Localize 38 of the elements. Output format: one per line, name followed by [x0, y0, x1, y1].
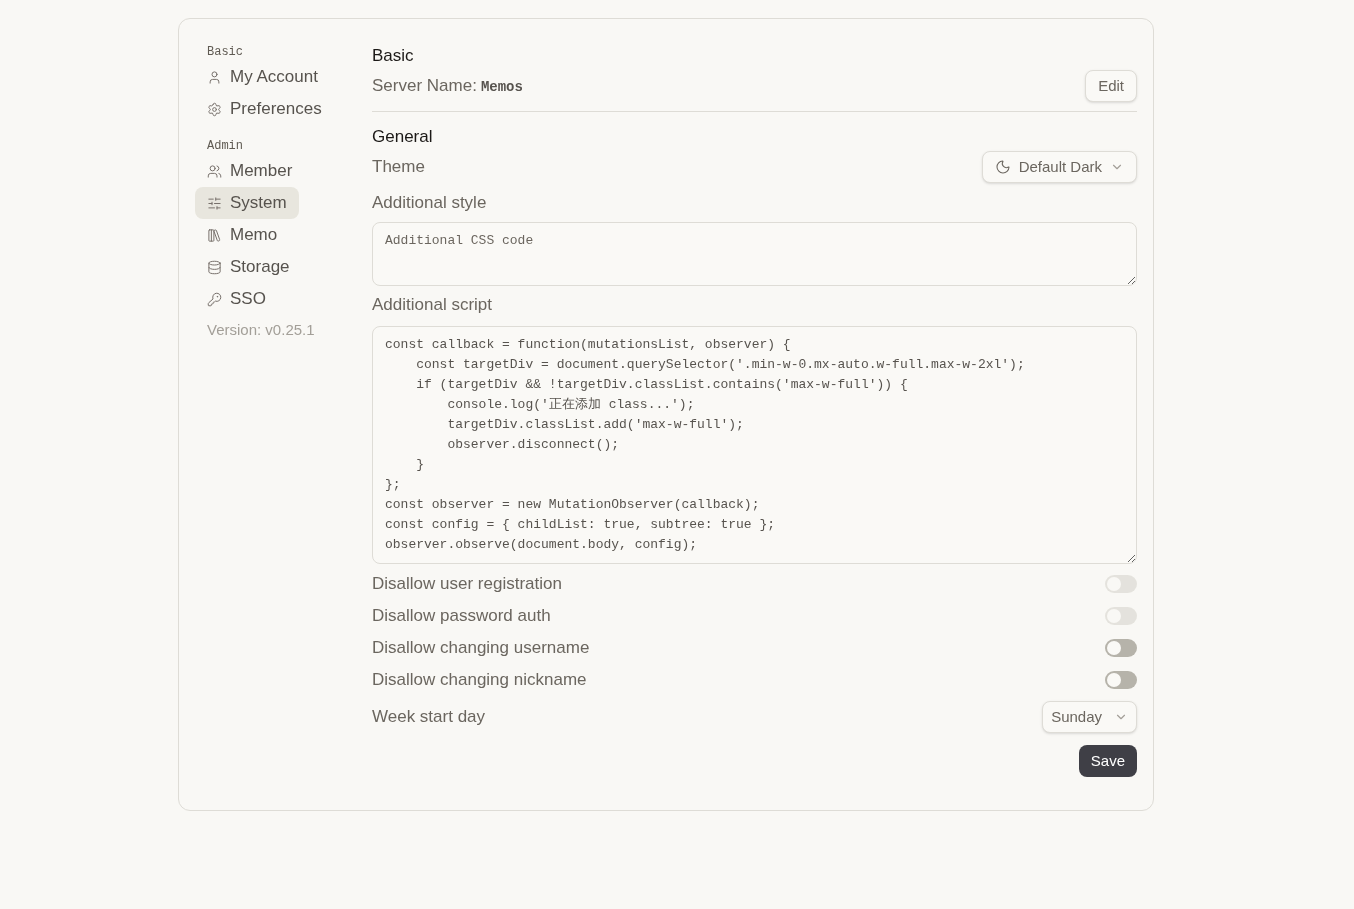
settings-icon [207, 101, 222, 117]
users-icon [207, 163, 222, 179]
setting-label: Theme [372, 156, 425, 179]
toggle-switch[interactable] [1105, 671, 1137, 689]
user-icon [207, 69, 222, 85]
sidebar-item[interactable]: Member [195, 155, 305, 187]
key-icon [207, 291, 222, 307]
section-title: Basic [372, 45, 415, 67]
week-start-select[interactable]: Sunday [1042, 701, 1137, 733]
section-heading: Admin [206, 138, 244, 153]
database-icon [207, 259, 222, 275]
toggle-switch[interactable] [1105, 639, 1137, 657]
setting-label: Week start day [372, 706, 486, 729]
server-name-label: Server Name: [372, 75, 477, 98]
setting-label: Disallow changing nickname [372, 669, 587, 692]
version-text: Version: v0.25.1 [206, 320, 316, 340]
section-heading: Basic [206, 44, 244, 59]
setting-label: Additional style [372, 192, 488, 215]
sidebar-item[interactable]: System [195, 187, 299, 219]
section-title: General [372, 126, 434, 148]
sidebar-item[interactable]: Preferences [195, 93, 334, 125]
books-icon [207, 227, 222, 243]
save-button[interactable]: Save [1078, 745, 1137, 777]
edit-button[interactable]: Edit [1085, 70, 1137, 102]
server-name-value: Memos [480, 78, 523, 98]
sidebar-item[interactable]: SSO [195, 283, 278, 315]
additional-style-field[interactable]: Additional CSS code [372, 222, 1137, 286]
theme-select[interactable]: Default Dark [981, 151, 1137, 183]
setting-label: Disallow user registration [372, 573, 562, 596]
setting-label: Additional script [372, 294, 493, 317]
additional-script-field[interactable]: const callback = function(mutationsList, observer) { const targetDiv = document.querySelector('.min-w-0.mx-auto.w-full.max-w-2xl'); if (targetDiv && !targetDiv.classList.contains('max-w-full')) { console.log('正在添加 class...'); targetDiv.classList.add('max-w-full'); observer.disconnect(); } }; const observer = new MutationObserver(callback); const config = { childList: true, subtree: true }; observer.observe(document.body, config); [372, 326, 1137, 564]
setting-label: Disallow changing username [372, 637, 590, 660]
sidebar-item[interactable]: Memo [195, 219, 290, 251]
sidebar-item[interactable]: My Account [195, 61, 330, 93]
moon-icon [994, 159, 1011, 175]
sidebar-item[interactable]: Storage [195, 251, 302, 283]
sliders-icon [207, 195, 222, 211]
setting-label: Disallow password auth [372, 605, 551, 628]
